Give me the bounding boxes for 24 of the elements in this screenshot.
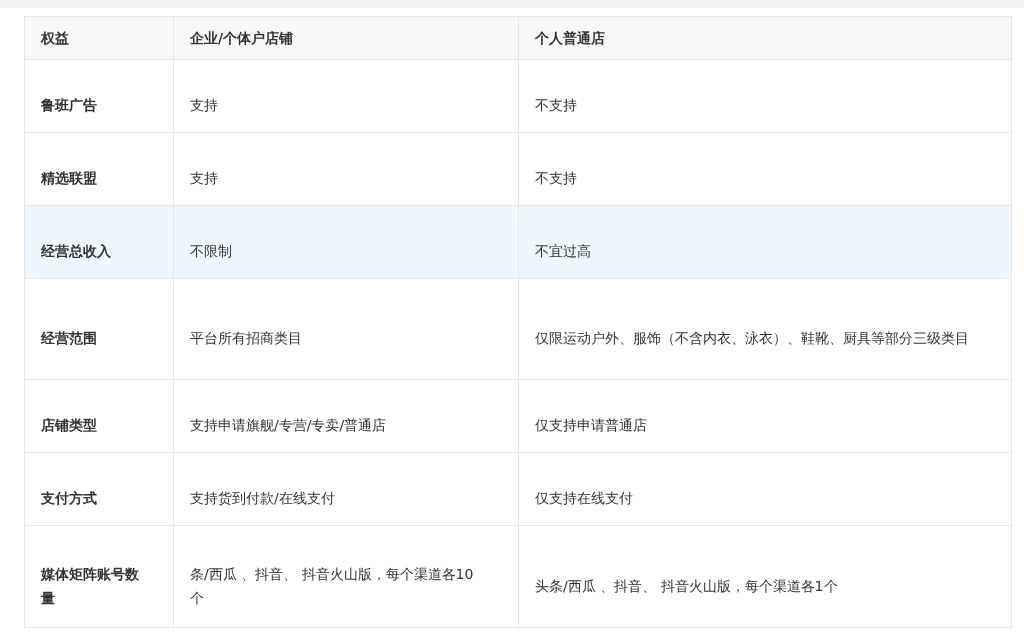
table-cell-text: 不限制 bbox=[190, 242, 232, 261]
table-cell-text: 支持 bbox=[190, 169, 218, 188]
table-cell-text: 店铺类型 bbox=[41, 416, 97, 435]
table-cell-text: 头条/西瓜 、抖音、 抖音火山版，每个渠道各1个 bbox=[535, 576, 838, 596]
table-cell-text: 仅支持在线支付 bbox=[535, 489, 633, 508]
table-cell-text: 仅限运动户外、服饰（不含内衣、泳衣）、鞋靴、厨具等部分三级类目 bbox=[535, 329, 969, 348]
table-cell-text: 支付方式 bbox=[41, 489, 97, 508]
table-cell-text: 不宜过高 bbox=[535, 242, 591, 261]
table-cell-text: 鲁班广告 bbox=[41, 96, 97, 115]
table-cell-text: 条/西瓜 、抖音、 抖音火山版，每个渠道各10个 bbox=[190, 564, 475, 608]
table-cell-text: 支持货到付款/在线支付 bbox=[190, 489, 335, 508]
table-cell-text: 精选联盟 bbox=[41, 169, 97, 188]
column-header: 权益 bbox=[41, 28, 69, 48]
table-cell-text: 经营范围 bbox=[41, 329, 97, 348]
table-cell-text: 支持 bbox=[190, 96, 218, 115]
table-cell-text: 经营总收入 bbox=[41, 242, 111, 261]
table-cell-text: 不支持 bbox=[535, 169, 577, 188]
table-cell-text: 媒体矩阵账号数量 bbox=[41, 564, 140, 608]
table-cell-text: 支持申请旗舰/专营/专卖/普通店 bbox=[190, 416, 387, 435]
table-cell-text: 平台所有招商类目 bbox=[190, 329, 302, 348]
column-header: 个人普通店 bbox=[535, 28, 605, 48]
table-cell-text: 仅支持申请普通店 bbox=[535, 416, 647, 435]
column-header: 企业/个体户店铺 bbox=[190, 28, 294, 48]
table-cell-text: 不支持 bbox=[535, 96, 577, 115]
